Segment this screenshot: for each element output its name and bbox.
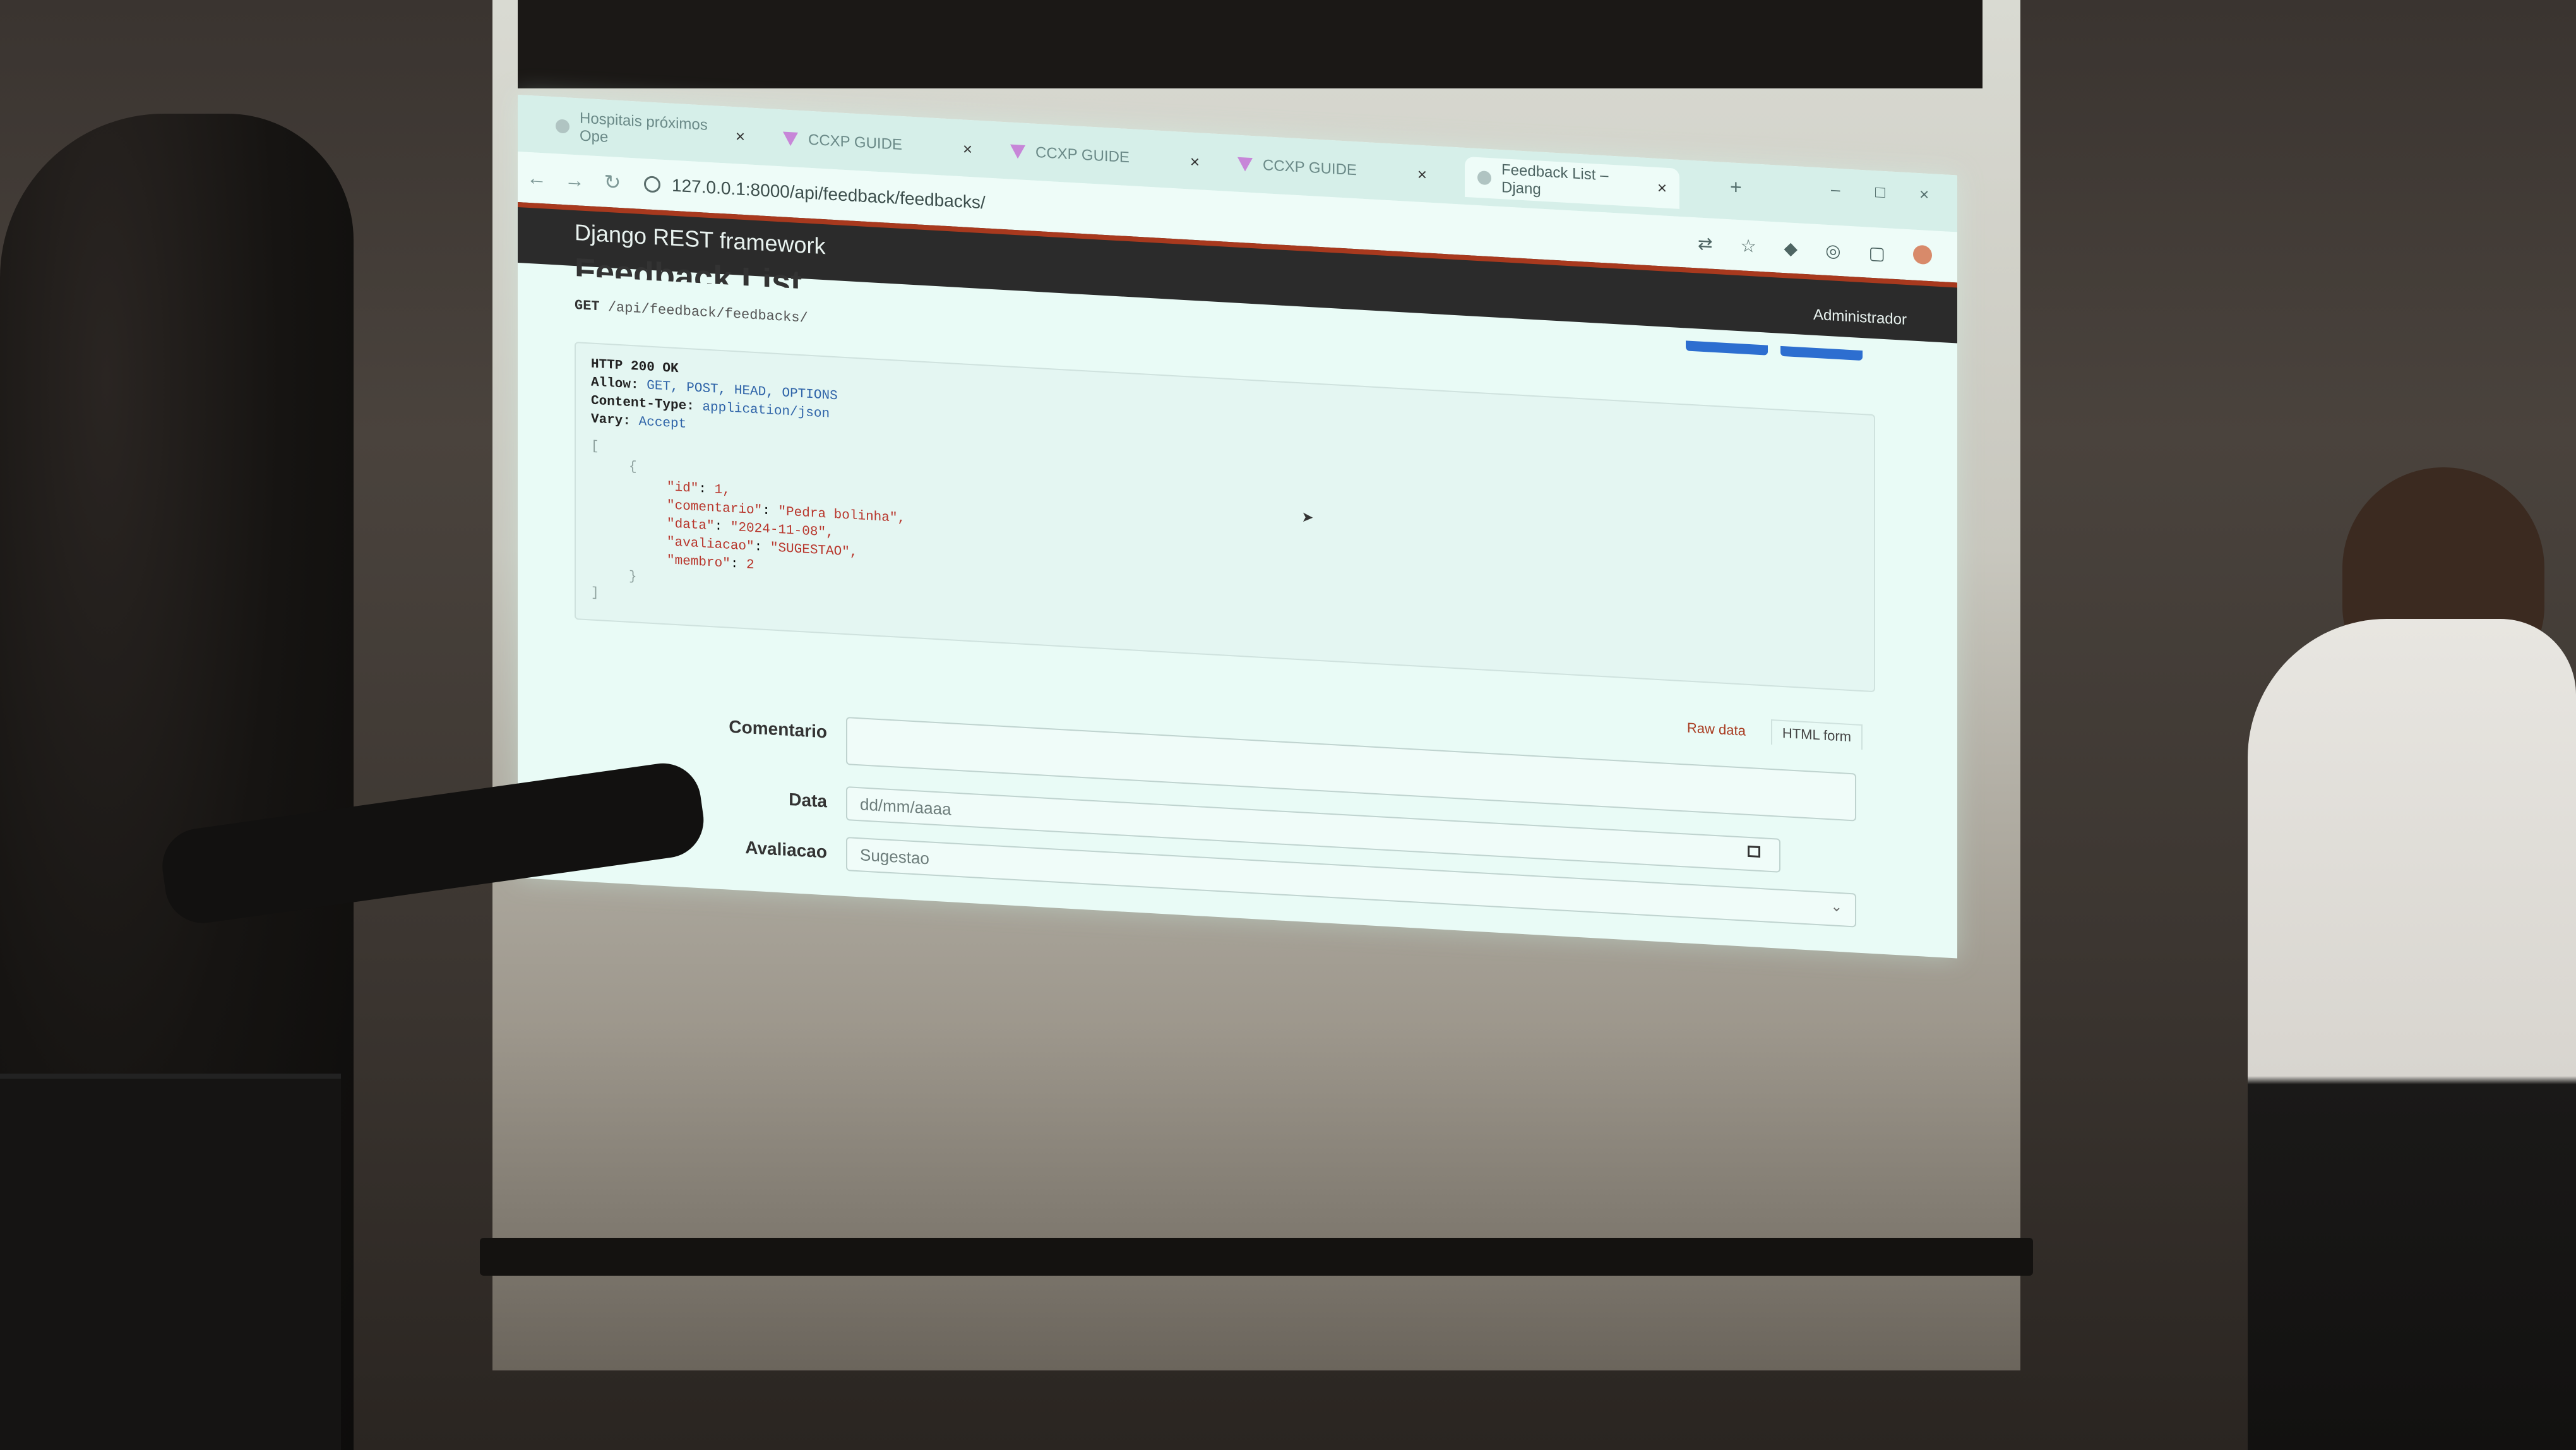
close-icon[interactable]: × <box>963 139 972 159</box>
forward-button[interactable]: → <box>556 167 593 193</box>
url-text: 127.0.0.1:8000/api/feedback/feedbacks/ <box>672 175 986 213</box>
user-menu[interactable]: Administrador <box>1813 306 1907 329</box>
tab-label: CCXP GUIDE <box>808 131 902 154</box>
globe-icon <box>556 119 569 134</box>
vite-icon <box>1237 157 1253 172</box>
tab-feedback-list[interactable]: Feedback List – Djang × <box>1465 156 1679 209</box>
screen-bottom-bar <box>480 1238 2033 1276</box>
request-method: GET <box>575 297 600 315</box>
translate-icon[interactable]: ⇄ <box>1698 232 1712 254</box>
vite-icon <box>1010 144 1025 159</box>
calendar-icon[interactable] <box>1748 845 1760 858</box>
response-panel: HTTP 200 OK Allow: GET, POST, HEAD, OPTI… <box>575 342 1875 693</box>
back-button[interactable]: ← <box>518 165 556 191</box>
request-info: GET /api/feedback/feedbacks/ <box>575 297 808 327</box>
get-button[interactable] <box>1780 345 1863 361</box>
globe-icon <box>1477 170 1491 186</box>
comentario-label: Comentario <box>729 716 827 742</box>
projected-browser-window: Hospitais próximos Ope × CCXP GUIDE × CC… <box>518 95 1957 959</box>
mouse-cursor-icon: ➤ <box>1302 507 1315 532</box>
avaliacao-selected-value: Sugestao <box>860 845 929 868</box>
chevron-down-icon: ⌄ <box>1830 898 1842 915</box>
screen-housing <box>518 0 1983 88</box>
tab-ccxp-guide-2[interactable]: CCXP GUIDE × <box>998 130 1212 183</box>
tab-ccxp-guide-1[interactable]: CCXP GUIDE × <box>770 117 985 170</box>
photo-scene: Hospitais próximos Ope × CCXP GUIDE × CC… <box>0 0 2576 1450</box>
close-icon[interactable]: × <box>1190 152 1200 172</box>
tab-label: Feedback List – Djang <box>1501 161 1609 198</box>
tab-raw-data[interactable]: Raw data <box>1687 720 1746 743</box>
tab-label: CCXP GUIDE <box>1035 143 1130 167</box>
maximize-button[interactable]: □ <box>1875 182 1885 202</box>
request-path: /api/feedback/feedbacks/ <box>607 299 808 327</box>
extension-icon[interactable]: ◆ <box>1784 237 1798 259</box>
tab-ccxp-guide-3[interactable]: CCXP GUIDE × <box>1225 143 1440 196</box>
minimize-button[interactable]: – <box>1831 179 1840 200</box>
presenter-right <box>2248 619 2576 1450</box>
avaliacao-label: Avaliacao <box>745 837 827 862</box>
url-field[interactable]: 127.0.0.1:8000/api/feedback/feedbacks/ <box>644 174 986 213</box>
close-icon[interactable]: × <box>1657 177 1667 198</box>
sidebar-icon[interactable]: ▢ <box>1869 242 1885 263</box>
extension-icon[interactable]: ◎ <box>1825 239 1840 261</box>
close-window-button[interactable]: × <box>1919 184 1929 205</box>
close-icon[interactable]: × <box>1417 164 1427 184</box>
tab-html-form[interactable]: HTML form <box>1770 719 1863 750</box>
data-label: Data <box>789 789 827 812</box>
format-tabs: Raw data HTML form <box>1687 719 1863 750</box>
star-icon[interactable]: ☆ <box>1740 235 1756 256</box>
action-buttons <box>1686 340 1863 361</box>
tab-label: CCXP GUIDE <box>1263 156 1357 179</box>
profile-avatar[interactable] <box>1913 244 1932 265</box>
reload-button[interactable]: ↻ <box>593 169 631 195</box>
vite-icon <box>783 131 798 147</box>
date-placeholder: dd/mm/aaaa <box>860 794 951 819</box>
close-icon[interactable]: × <box>736 126 745 147</box>
toolbar-icons: ⇄ ☆ ◆ ◎ ▢ <box>1698 232 1932 267</box>
site-info-icon[interactable] <box>644 176 660 193</box>
tab-label: Hospitais próximos Ope <box>580 109 708 147</box>
laptop-foreground <box>0 1074 341 1450</box>
tab-hospitais[interactable]: Hospitais próximos Ope × <box>543 105 758 157</box>
options-button[interactable] <box>1686 340 1768 356</box>
new-tab-button[interactable]: + <box>1730 175 1742 199</box>
